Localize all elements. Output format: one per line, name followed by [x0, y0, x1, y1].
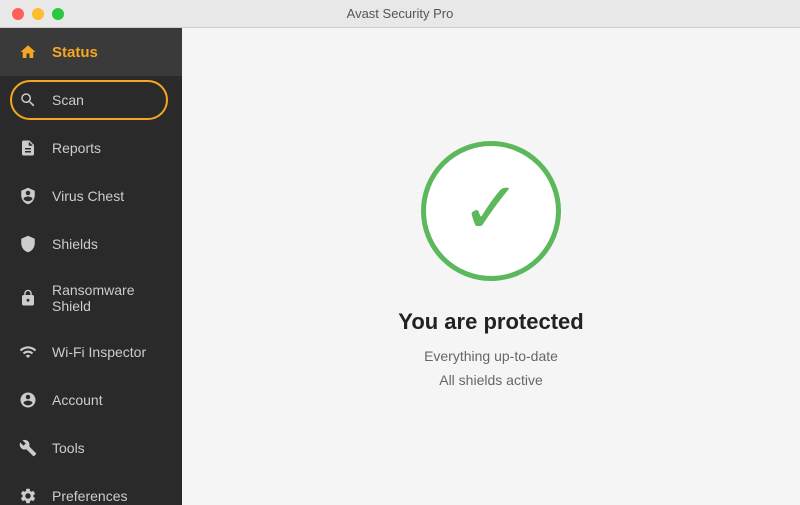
sidebar-item-label: Virus Chest — [52, 188, 124, 204]
sidebar-item-scan[interactable]: Scan — [0, 76, 182, 124]
status-circle: ✓ — [421, 141, 561, 281]
maximize-button[interactable] — [52, 8, 64, 20]
sidebar-item-label: Shields — [52, 236, 98, 252]
sidebar-item-label: Reports — [52, 140, 101, 156]
status-subtitle: Everything up-to-date All shields active — [424, 345, 558, 393]
sidebar-item-account[interactable]: Account — [0, 376, 182, 424]
wifi-icon — [18, 342, 38, 362]
close-button[interactable] — [12, 8, 24, 20]
sidebar-item-wifi-inspector[interactable]: Wi-Fi Inspector — [0, 328, 182, 376]
status-line-2: All shields active — [439, 372, 543, 388]
sidebar-item-status[interactable]: Status — [0, 28, 182, 76]
shield-icon — [18, 234, 38, 254]
minimize-button[interactable] — [32, 8, 44, 20]
account-icon — [18, 390, 38, 410]
sidebar-item-preferences[interactable]: Preferences — [0, 472, 182, 505]
tools-icon — [18, 438, 38, 458]
sidebar-item-virus-chest[interactable]: Virus Chest — [0, 172, 182, 220]
sidebar-item-reports[interactable]: Reports — [0, 124, 182, 172]
sidebar-item-label: Scan — [52, 92, 84, 108]
sidebar-item-shields[interactable]: Shields — [0, 220, 182, 268]
title-bar: Avast Security Pro — [0, 0, 800, 28]
sidebar-item-label: Status — [52, 44, 98, 61]
sidebar-item-label: Ransomware Shield — [52, 282, 164, 314]
sidebar: Status Scan Reports — [0, 28, 182, 505]
sidebar-item-ransomware-shield[interactable]: Ransomware Shield — [0, 268, 182, 328]
main-container: Status Scan Reports — [0, 28, 800, 505]
sidebar-item-label: Preferences — [52, 488, 127, 504]
ransomware-icon — [18, 288, 38, 308]
checkmark-icon: ✓ — [461, 173, 521, 245]
preferences-icon — [18, 486, 38, 505]
status-title: You are protected — [398, 309, 583, 335]
sidebar-item-label: Tools — [52, 440, 85, 456]
sidebar-item-tools[interactable]: Tools — [0, 424, 182, 472]
reports-icon — [18, 138, 38, 158]
status-line-1: Everything up-to-date — [424, 348, 558, 364]
window-controls[interactable] — [12, 8, 64, 20]
search-icon — [18, 90, 38, 110]
sidebar-item-label: Wi-Fi Inspector — [52, 344, 146, 360]
sidebar-item-label: Account — [52, 392, 103, 408]
content-area: ✓ You are protected Everything up-to-dat… — [182, 28, 800, 505]
home-icon — [18, 42, 38, 62]
chest-icon — [18, 186, 38, 206]
window-title: Avast Security Pro — [347, 6, 454, 21]
